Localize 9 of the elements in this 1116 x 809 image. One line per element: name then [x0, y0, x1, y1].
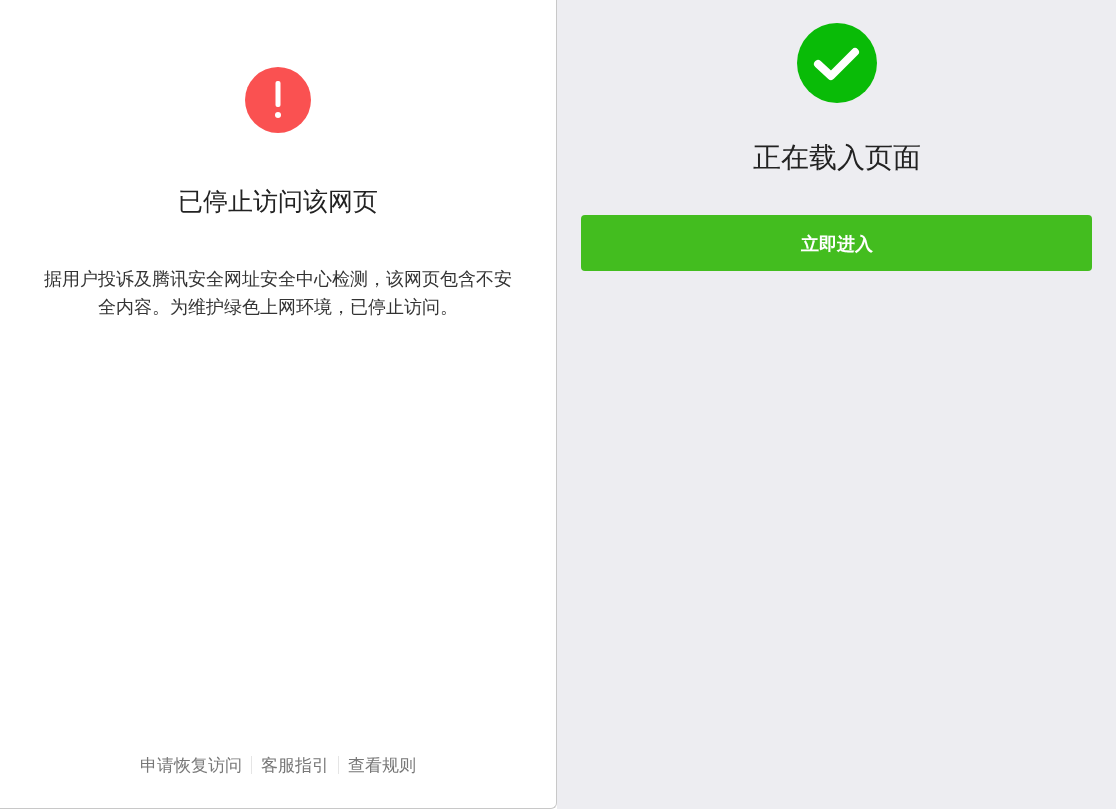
footer-link[interactable]: 查看规则: [348, 752, 416, 778]
page-title: 正在载入页面: [752, 140, 921, 176]
message-text: 据用户投诉及腾讯安全网址安全中心检测，该网页包含不安全内容。为维护绿色上网环境，已停止访问。: [43, 266, 513, 319]
checkmark-icon: [796, 23, 877, 103]
page-title: 已停止访问该网页: [178, 186, 378, 218]
footer-link[interactable]: 申请恢复访问: [140, 752, 242, 778]
warning-icon: [245, 67, 311, 133]
enter-button[interactable]: 立即进入: [581, 215, 1092, 271]
footer-link[interactable]: 客服指引: [261, 752, 329, 778]
